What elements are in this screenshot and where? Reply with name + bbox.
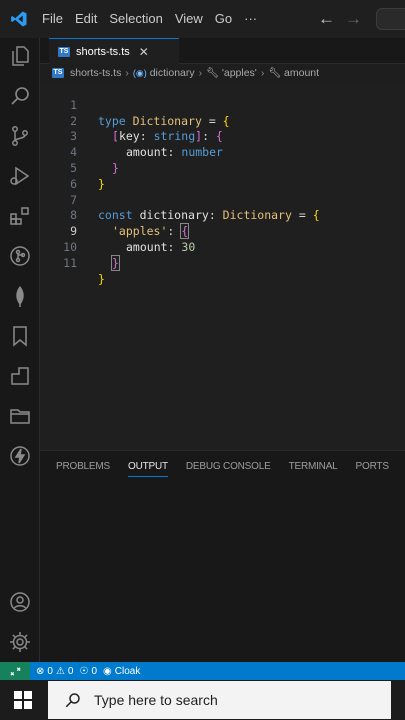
menu-more[interactable]: ··· [238, 0, 263, 38]
tab-debug-console[interactable]: DEBUG CONSOLE [186, 461, 271, 477]
code-line: 8 'apples': { [40, 193, 405, 240]
breadcrumb-key-apples[interactable]: 'apples' [222, 67, 257, 79]
account-icon[interactable] [6, 588, 34, 616]
tab-ports[interactable]: PORTS [356, 461, 389, 477]
lightning-icon[interactable] [6, 442, 34, 470]
windows-taskbar: Type here to search [0, 680, 405, 720]
github-icon[interactable] [6, 242, 34, 270]
code-line: 11 } [40, 240, 405, 286]
arrow-left-icon[interactable]: ← [318, 9, 335, 29]
breadcrumb-file[interactable]: shorts-ts.ts [70, 67, 121, 79]
code-line: 6 [40, 161, 405, 191]
tab-shorts-ts[interactable]: TS shorts-ts.ts ✕ [49, 38, 179, 64]
code-line: 2 [key: string]: { [40, 98, 405, 144]
code-line: 10 } [40, 224, 405, 271]
breadcrumb-key-amount[interactable]: amount [284, 67, 319, 79]
bottom-panel: PROBLEMS OUTPUT DEBUG CONSOLE TERMINAL P… [40, 450, 405, 662]
code-line: 1 type Dictionary = { [40, 82, 405, 128]
activity-bar [0, 38, 40, 662]
page-icon[interactable] [6, 362, 34, 390]
run-debug-icon[interactable] [6, 162, 34, 190]
breadcrumb-symbol[interactable]: dictionary [150, 67, 195, 79]
typescript-file-icon: TS [52, 68, 64, 78]
variable-symbol-icon: (◉) [132, 67, 147, 78]
warning-count: 0 [67, 665, 74, 677]
source-control-icon[interactable] [6, 122, 34, 150]
eye-icon: ◉ [103, 665, 112, 677]
breadcrumb: TS shorts-ts.ts › (◉) dictionary › 🔧︎ 'a… [52, 64, 319, 82]
line-number: 11 [63, 255, 77, 270]
command-center[interactable] [376, 8, 405, 30]
chevron-right-icon: › [125, 67, 129, 79]
taskbar-search-box[interactable]: Type here to search [48, 681, 391, 719]
code-line: 7 const dictionary: Dictionary = { [40, 177, 405, 223]
wrench-icon: 🔧︎ [268, 67, 282, 79]
editor-tab-strip: TS shorts-ts.ts ✕ [40, 38, 405, 64]
warning-icon: ⚠ [55, 665, 65, 677]
menu-edit[interactable]: Edit [69, 0, 103, 38]
tab-label: shorts-ts.ts [76, 45, 130, 58]
typescript-file-icon: TS [58, 46, 70, 57]
tab-output[interactable]: OUTPUT [127, 461, 168, 477]
menu-file[interactable]: File [38, 0, 69, 38]
panel-tabs: PROBLEMS OUTPUT DEBUG CONSOLE TERMINAL P… [56, 461, 389, 477]
folder-icon[interactable] [6, 402, 34, 430]
radio-tower-icon: ☉ [79, 665, 89, 677]
ports-count: 0 [91, 665, 98, 677]
settings-gear-icon[interactable] [6, 628, 34, 656]
vscode-logo-icon [0, 0, 38, 38]
arrow-right-icon[interactable]: → [345, 9, 362, 29]
error-icon: ⊗ [36, 665, 45, 677]
code-line-active: 9 amount: 30 [40, 208, 405, 254]
ports-status[interactable]: ☉ 0 [79, 666, 97, 677]
search-icon[interactable] [6, 82, 34, 110]
bookmark-icon[interactable] [6, 322, 34, 350]
cloak-status[interactable]: ◉ Cloak [103, 666, 140, 677]
chevron-right-icon: › [260, 67, 265, 79]
problems-status[interactable]: ⊗ 0 ⚠ 0 [36, 666, 73, 677]
menu-selection[interactable]: Selection [103, 0, 168, 38]
navigation-arrows: ← → [318, 0, 362, 38]
remote-icon[interactable] [0, 662, 30, 680]
search-icon [56, 681, 90, 719]
menu-view[interactable]: View [169, 0, 209, 38]
chevron-right-icon: › [198, 67, 203, 79]
tab-problems[interactable]: PROBLEMS [56, 461, 110, 477]
title-bar: File Edit Selection View Go ··· ← → [0, 0, 405, 38]
tab-terminal[interactable]: TERMINAL [289, 461, 338, 477]
code-line: 4 } [40, 129, 405, 175]
code-editor[interactable]: 1 type Dictionary = { 2 [key: string]: {… [40, 82, 405, 450]
windows-start-icon[interactable] [14, 691, 32, 709]
status-bar: ⊗ 0 ⚠ 0 ☉ 0 ◉ Cloak [0, 662, 405, 680]
search-placeholder: Type here to search [94, 692, 218, 708]
code-line: 3 amount: number [40, 114, 405, 159]
mongodb-leaf-icon[interactable] [6, 282, 34, 310]
error-count: 0 [47, 665, 53, 677]
menu-bar: File Edit Selection View Go ··· [38, 0, 263, 38]
files-icon[interactable] [6, 42, 34, 70]
menu-go[interactable]: Go [209, 0, 238, 38]
code-line: 5 } [40, 145, 405, 191]
cloak-label: Cloak [114, 665, 141, 677]
extensions-icon[interactable] [6, 202, 34, 230]
wrench-icon: 🔧︎ [206, 67, 219, 79]
close-icon[interactable]: ✕ [139, 45, 149, 59]
